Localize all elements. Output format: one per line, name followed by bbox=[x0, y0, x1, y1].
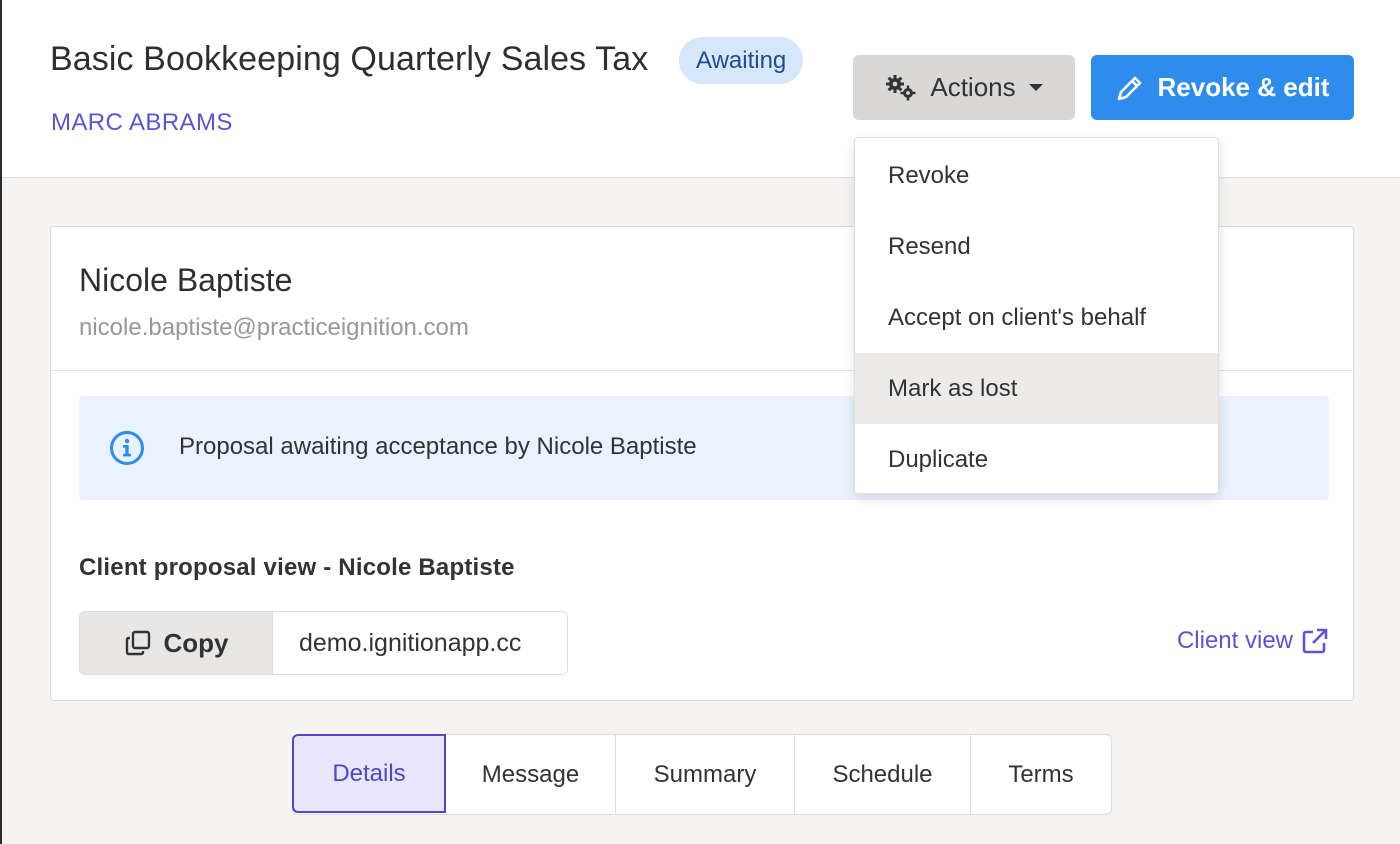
tab-schedule[interactable]: Schedule bbox=[795, 735, 971, 814]
copy-button-label: Copy bbox=[163, 627, 229, 658]
tab-terms[interactable]: Terms bbox=[971, 735, 1111, 814]
gears-icon bbox=[884, 74, 918, 102]
tab-summary[interactable]: Summary bbox=[616, 735, 795, 814]
tab-details[interactable]: Details bbox=[292, 734, 446, 813]
revoke-edit-button[interactable]: Revoke & edit bbox=[1091, 55, 1354, 120]
actions-button-label: Actions bbox=[930, 72, 1016, 102]
menu-item-duplicate[interactable]: Duplicate bbox=[855, 424, 1218, 493]
external-link-icon bbox=[1301, 627, 1329, 655]
client-view-link-label: Client view bbox=[1176, 627, 1293, 654]
menu-item-mark-as-lost[interactable]: Mark as lost bbox=[855, 353, 1218, 424]
menu-item-accept-on-behalf[interactable]: Accept on client's behalf bbox=[855, 282, 1218, 353]
menu-item-revoke[interactable]: Revoke bbox=[855, 140, 1218, 211]
window-edge bbox=[0, 0, 2, 844]
proposal-tabs: Details Message Summary Schedule Terms bbox=[292, 734, 1112, 815]
recipient-name: Nicole Baptiste bbox=[79, 262, 293, 298]
info-circle-icon bbox=[109, 430, 145, 466]
actions-button[interactable]: Actions bbox=[853, 55, 1075, 120]
client-url-input[interactable] bbox=[273, 612, 567, 674]
client-view-link[interactable]: Client view bbox=[1177, 627, 1329, 655]
actions-dropdown-menu: Revoke Resend Accept on client's behalf … bbox=[854, 137, 1219, 494]
client-name-link[interactable]: MARC ABRAMS bbox=[51, 109, 233, 137]
info-banner-text: Proposal awaiting acceptance by Nicole B… bbox=[179, 433, 697, 460]
tab-message[interactable]: Message bbox=[446, 735, 616, 814]
status-badge: Awaiting bbox=[679, 37, 804, 84]
menu-item-resend[interactable]: Resend bbox=[855, 211, 1218, 282]
caret-down-icon bbox=[1028, 83, 1044, 93]
page-title: Basic Bookkeeping Quarterly Sales Tax bbox=[50, 40, 649, 78]
revoke-edit-label: Revoke & edit bbox=[1157, 72, 1330, 102]
copy-button[interactable]: Copy bbox=[80, 612, 273, 674]
pencil-icon bbox=[1116, 74, 1144, 102]
copy-link-group: Copy bbox=[79, 611, 568, 675]
client-view-section-label: Client proposal view - Nicole Baptiste bbox=[79, 554, 515, 581]
copy-icon bbox=[124, 629, 152, 657]
recipient-email: nicole.baptiste@practiceignition.com bbox=[79, 314, 469, 341]
